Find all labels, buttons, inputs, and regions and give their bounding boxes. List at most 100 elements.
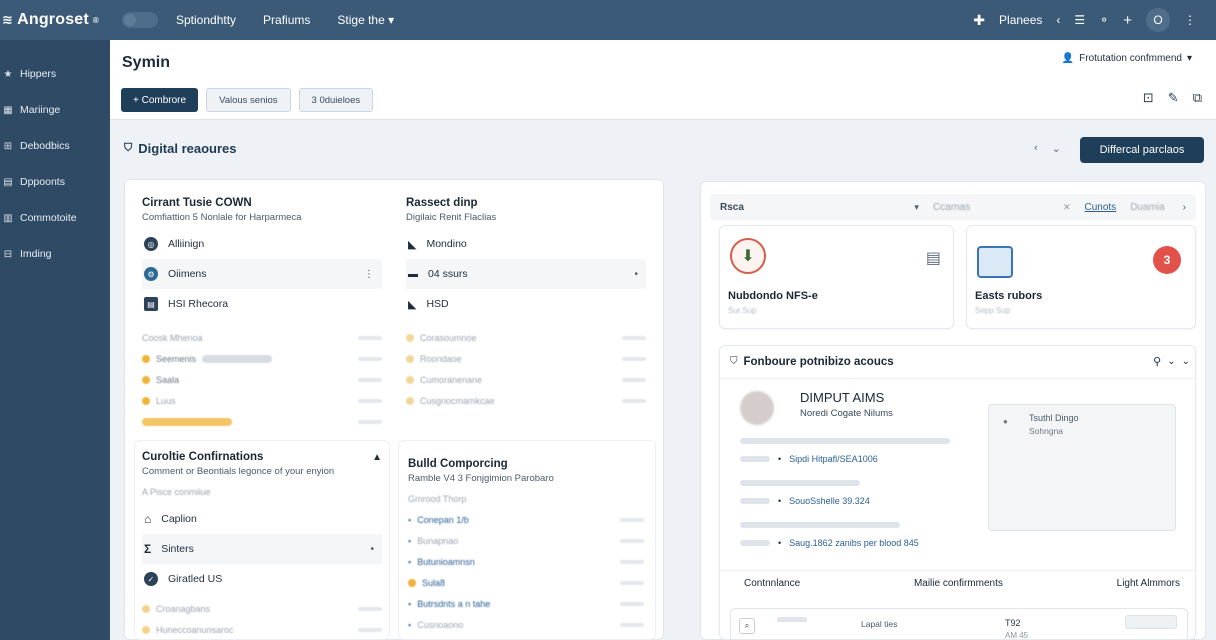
menu-icon[interactable]: ☰ [1074,13,1085,27]
chevron-down-icon: ▾ [388,13,395,27]
link-row[interactable]: ▪ Butunioamnsn [408,551,644,572]
section-action-button[interactable]: Differcal parclaos [1080,137,1204,163]
shield-icon: ⛉ [730,356,738,367]
sidebar-item-label: Dppoonts [20,176,65,188]
list-item-label: Giratled US [168,573,223,585]
detail-link-row[interactable] [740,432,970,450]
detail-link-row[interactable]: • Sipdi Hitpafl/SEA1006 [740,450,970,468]
share-icon[interactable]: ⧉ [1193,90,1202,106]
avatar[interactable]: O [1146,8,1170,32]
notification-icon[interactable]: ⚬ [1099,13,1109,27]
detail-link-row[interactable]: • Saug.1862 zanibs per blood 845 [740,534,970,552]
link-label: Butunioamnsn [417,556,475,567]
dot-icon: ● [1003,417,1008,426]
count-button[interactable]: 3 0duieloes [298,88,374,112]
list-item[interactable]: ▬ 04 ssurs • [406,259,646,289]
sidebar-item-dppoonts[interactable]: ▤ Dppoonts [0,164,110,200]
chevron-down-icon[interactable]: ▾ [914,202,919,213]
top-nav: Sptiondhtty Prafiums Stige the ▾ [176,13,394,27]
placeholder-bar [620,622,644,627]
chevron-down-icon[interactable]: ⌄ [1182,356,1190,367]
server-icon: ▤ [925,250,941,267]
faint-label: Seemenis [156,353,197,364]
bottom-value: AM 45 [1005,631,1029,640]
square-icon: ▪ [408,619,412,630]
list-item[interactable]: Σ Sinters • [142,534,382,564]
chevron-left-icon[interactable]: ‹ [1034,142,1038,155]
plus-circle-icon[interactable]: ✚ [973,12,985,29]
faint-label: Roondaoe [420,353,462,364]
status-dot-icon [142,396,150,405]
dot-icon[interactable]: • [634,269,646,280]
chevron-down-icon[interactable]: ⌄ [1052,142,1061,155]
list-item[interactable]: ⌂ Caplion [142,504,382,534]
sidebar-item-debodbics[interactable]: ⊞ Debodbics [0,128,110,164]
list-item[interactable]: ◎ Alliinign [142,229,382,259]
folder-icon: ▤ [3,176,13,188]
document-icon: ▤ [144,297,158,311]
link-row[interactable]: ▪ Conepan 1/b [408,509,644,530]
close-icon[interactable]: ✕ [1063,202,1071,213]
bullet-icon: • [778,496,782,506]
placeholder-bar [202,354,273,363]
link-row[interactable]: Sula8 [408,572,644,593]
chevron-left-icon[interactable]: ‹ [1056,13,1060,27]
topnav-item-2[interactable]: Prafiums [263,13,310,27]
link-row[interactable]: ▪ Cusnoaono [408,614,644,635]
edit-icon[interactable]: ✎ [1168,90,1179,106]
collapse-icon[interactable]: ▲ [372,452,382,463]
list-item[interactable]: ◣ HSD [406,289,646,319]
link-row[interactable]: ▪ Bunapnao [408,530,644,551]
page-header: Symin + Combrore Valous senios 3 0duielo… [110,40,1216,120]
filter-button[interactable]: Valous senios [206,88,291,112]
placeholder-bar [358,419,382,424]
chevron-right-icon[interactable]: › [1183,202,1186,213]
card-title: Curoltie Confirnations [142,451,264,463]
link-row[interactable]: ▪ Butrsdnts a n tahe [408,593,644,614]
list-item[interactable]: ▤ HSI Rhecora [142,289,382,319]
list-item[interactable]: ⚙ Oiimens ⋮ [142,259,382,289]
detail-info-box: ● Tsuthl Dingo Sohngna [988,404,1176,531]
more-icon[interactable]: ⋮ [1184,13,1196,27]
topnav-item-3[interactable]: Stige the ▾ [337,13,394,27]
top-right-label[interactable]: Planees [999,13,1042,27]
chevron-down-icon[interactable]: ⌄ [1167,356,1175,367]
theme-toggle[interactable] [122,12,158,28]
logo-mark: ® [92,15,100,25]
compass-icon: ◎ [144,237,158,251]
tab-mid[interactable]: Ccarnas [933,202,1063,213]
faint-row: Luus [142,390,382,411]
detail-link-row[interactable] [740,516,970,534]
export-icon[interactable]: ⊡ [1143,90,1154,106]
bottom-table: ⌕ Lapal ties T92 AM 45 [730,608,1188,640]
app-logo[interactable]: ≋ Angroset ® [0,11,118,29]
detail-link-row[interactable]: • SouoSshelle 39.324 [740,492,970,510]
topnav-item-1[interactable]: Sptiondhtty [176,13,236,27]
sidebar-item-mariinge[interactable]: ▦ Mariinge [0,92,110,128]
placeholder-bar [358,627,382,632]
detail-link-row[interactable] [740,474,970,492]
list-item[interactable]: ✓ Giratled US [142,564,382,594]
search-icon[interactable]: ⌕ [739,618,755,634]
summary-card-2[interactable]: 3 Easts rubors Sepp Sup [966,225,1196,329]
tab-left[interactable]: Rsca [720,202,744,213]
sidebar-item-hippers[interactable]: ★ Hippers [0,56,110,92]
section-title: ⛉ Digital reaoures [124,141,237,156]
placeholder-bar [620,601,644,606]
add-icon[interactable]: + [1123,12,1132,29]
bottom-value: Lapal ties [861,619,898,629]
status-dropdown[interactable]: 👤 Frotutation confmmend ▾ [1062,53,1192,64]
sidebar-item-commotoite[interactable]: ▥ Commotoite [0,200,110,236]
filter-icon[interactable]: ⚲ [1153,355,1161,368]
dot-icon[interactable]: • [370,544,382,555]
more-icon[interactable]: ⋮ [364,269,382,280]
sidebar-item-imding[interactable]: ⊟ Imding [0,236,110,272]
box-icon: ⊟ [3,248,13,260]
tab-last[interactable]: Duamia [1130,202,1164,213]
create-button[interactable]: + Combrore [121,88,199,112]
action-chip[interactable] [1125,615,1177,629]
list-item-label: HSI Rhecora [168,298,229,310]
summary-card-1[interactable]: ⬇ ▤ Nubdondo NFS-e Sur.Sup [719,225,954,329]
tab-link[interactable]: Cunots [1085,202,1117,213]
list-item[interactable]: ◣ Mondino [406,229,646,259]
